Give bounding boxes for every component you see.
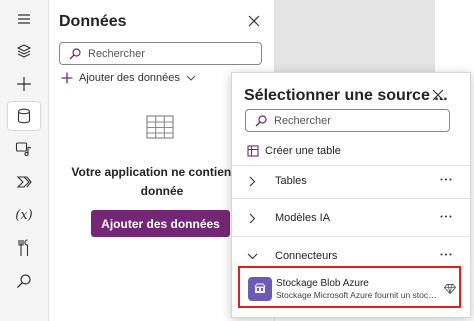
more-options-icon[interactable] (440, 215, 452, 218)
section-ai-models[interactable]: Modèles IA (232, 205, 470, 231)
canvas-area (275, 0, 435, 72)
left-icon-rail: (x) (0, 0, 49, 321)
chevron-down-icon (186, 75, 196, 81)
search-icon (255, 114, 267, 127)
flyout-title: Sélectionner une source ... (244, 87, 448, 104)
create-table-link[interactable]: Créer une table (247, 145, 341, 157)
variables-icon-label: (x) (15, 207, 33, 223)
divider (232, 165, 470, 166)
flyout-search-box[interactable] (245, 109, 450, 132)
more-options-icon[interactable] (440, 178, 452, 181)
divider (232, 198, 470, 199)
layers-icon[interactable] (7, 36, 41, 66)
section-tables[interactable]: Tables (232, 168, 470, 194)
flyout-search-input[interactable] (274, 114, 449, 127)
close-icon[interactable] (247, 14, 261, 28)
canvas-margin (435, 0, 474, 72)
close-icon[interactable] (431, 88, 445, 102)
power-automate-icon[interactable] (7, 167, 41, 197)
chevron-down-icon (247, 253, 258, 260)
section-label: Tables (275, 175, 307, 187)
database-icon[interactable] (7, 101, 41, 131)
media-icon[interactable] (7, 134, 41, 164)
add-data-button[interactable]: Ajouter des données (91, 210, 230, 237)
add-data-link-label: Ajouter des données (79, 72, 180, 84)
create-table-label: Créer une table (265, 145, 341, 157)
chevron-right-icon (249, 213, 256, 224)
variables-icon[interactable]: (x) (7, 200, 41, 230)
table-illustration-icon (146, 115, 174, 139)
search-icon[interactable] (7, 266, 41, 296)
table-add-icon (247, 145, 259, 157)
add-data-link[interactable]: Ajouter des données (61, 72, 196, 84)
section-label: Modèles IA (275, 212, 331, 224)
highlight-box (238, 266, 461, 308)
plus-icon[interactable] (7, 69, 41, 99)
data-search-input[interactable] (88, 47, 261, 60)
section-label: Connecteurs (275, 250, 338, 262)
chevron-right-icon (249, 176, 256, 187)
more-options-icon[interactable] (440, 253, 452, 256)
tools-icon[interactable] (7, 233, 41, 263)
data-search-box[interactable] (59, 42, 262, 65)
divider (232, 236, 470, 237)
search-icon (69, 47, 81, 60)
plus-icon (61, 72, 73, 84)
hamburger-icon[interactable] (7, 4, 41, 34)
pane-title: Données (59, 13, 127, 30)
